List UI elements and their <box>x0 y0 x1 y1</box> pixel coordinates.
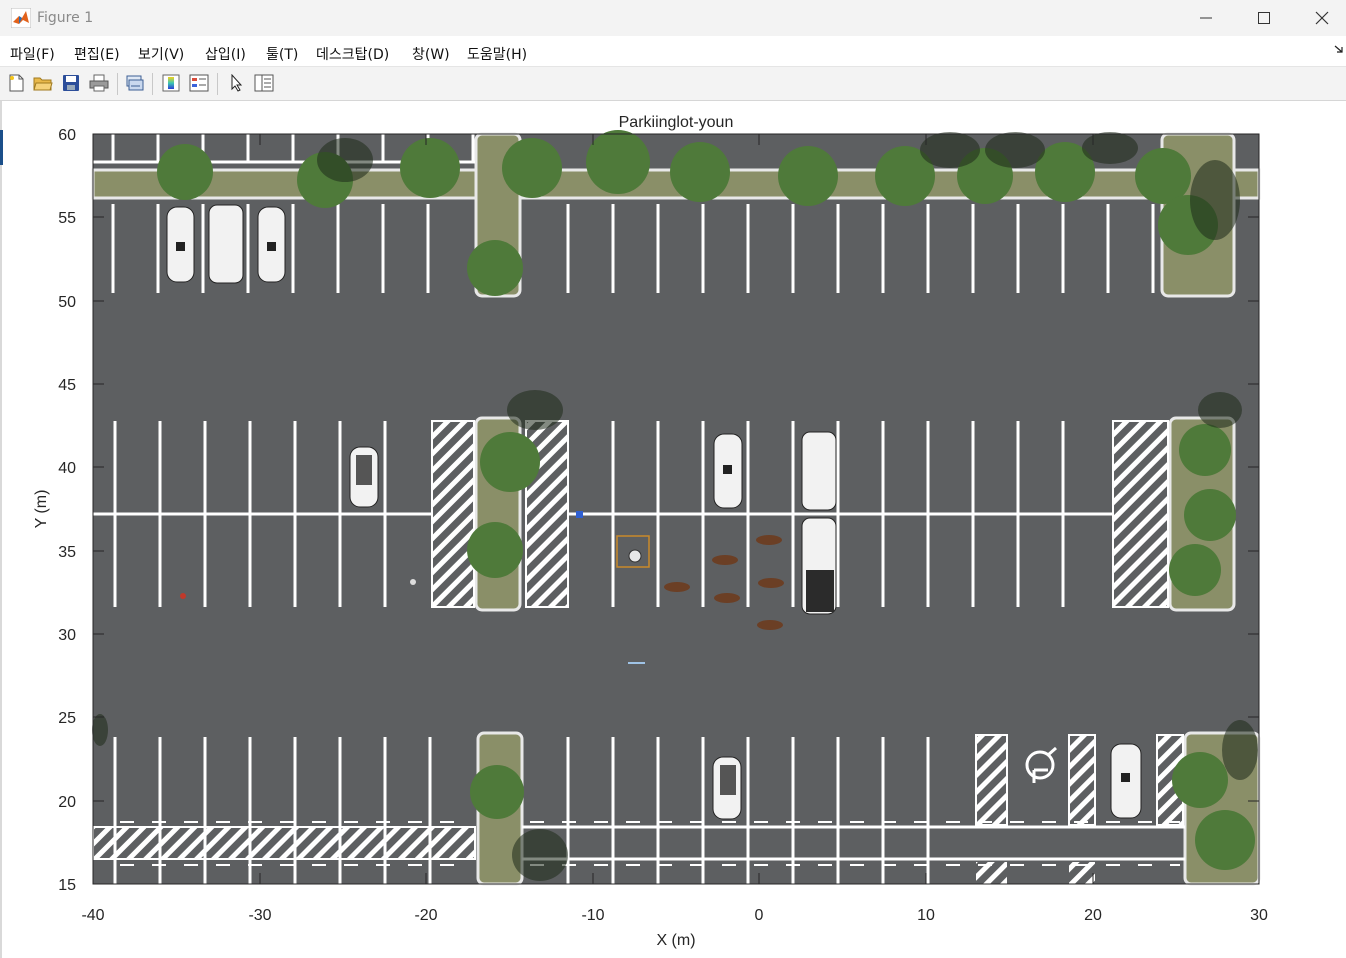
y-tick-label: 50 <box>58 294 76 311</box>
red-marker <box>180 593 186 599</box>
y-tick-label: 45 <box>58 377 76 394</box>
y-axis-label: Y (m) <box>33 490 50 529</box>
y-tick-label: 35 <box>58 544 76 561</box>
y-tick-label: 55 <box>58 210 76 227</box>
plot-area: -40 -30 -20 -10 0 10 20 30 15 20 25 30 3… <box>33 114 1268 949</box>
y-tick-label: 60 <box>58 127 76 144</box>
hatched-zone <box>431 420 475 608</box>
y-tick-label: 30 <box>58 627 76 644</box>
x-tick-label: -40 <box>81 907 104 924</box>
car <box>801 431 837 511</box>
x-tick-label: 10 <box>917 907 935 924</box>
x-axis-label: X (m) <box>656 932 695 949</box>
y-tick-label: 15 <box>58 877 76 894</box>
blue-marker <box>576 511 583 518</box>
y-tick-label: 40 <box>58 460 76 477</box>
small-object <box>410 579 416 585</box>
y-tick-label: 25 <box>58 710 76 727</box>
car <box>208 204 244 284</box>
x-tick-label: 0 <box>755 907 764 924</box>
y-tick-labels: 15 20 25 30 35 40 45 50 55 60 <box>58 127 76 894</box>
x-tick-label: -10 <box>581 907 604 924</box>
x-tick-label: 20 <box>1084 907 1102 924</box>
accessible-hatch <box>975 734 1008 826</box>
plot-title: Parkiinglot-youn <box>619 114 734 131</box>
hatched-walkway <box>92 826 476 860</box>
hatched-zone <box>1112 420 1169 608</box>
y-tick-label: 20 <box>58 794 76 811</box>
parking-lot-map <box>91 130 1261 886</box>
x-tick-label: 30 <box>1250 907 1268 924</box>
x-tick-label: -30 <box>248 907 271 924</box>
x-tick-labels: -40 -30 -20 -10 0 10 20 30 <box>81 907 1268 924</box>
accessible-hatch <box>1068 734 1096 826</box>
x-tick-label: -20 <box>414 907 437 924</box>
sensor-object <box>628 549 642 563</box>
